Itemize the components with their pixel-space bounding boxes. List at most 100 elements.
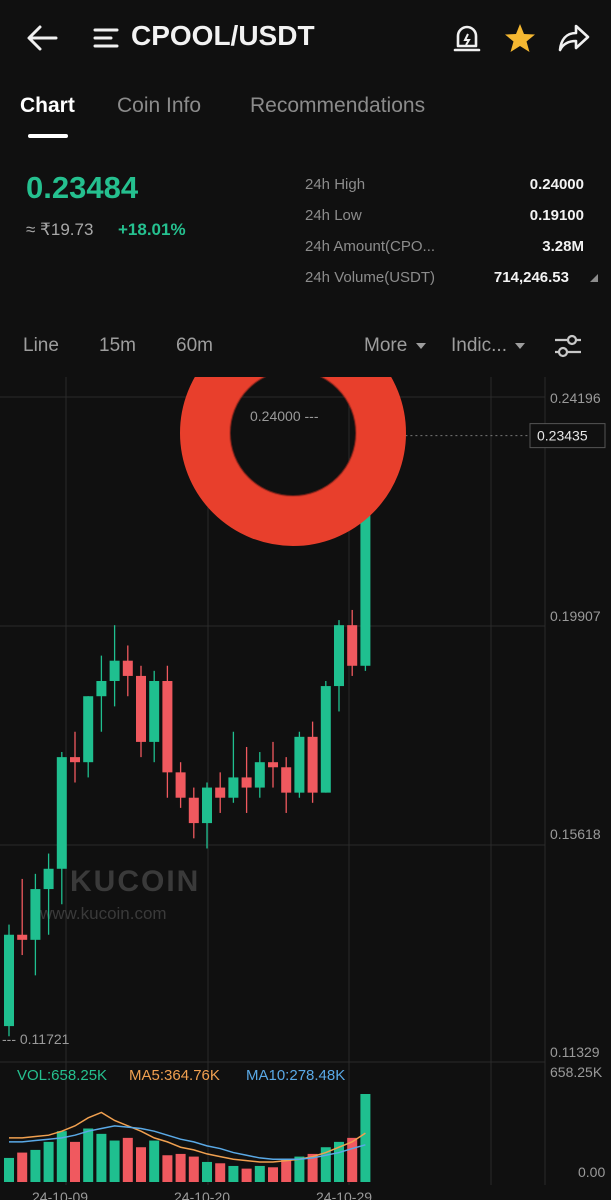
ma10-label: MA10:278.48K	[246, 1067, 346, 1084]
current-price-label: 0.23435	[537, 428, 588, 444]
volume-bar	[281, 1159, 292, 1182]
timeframe-indicators[interactable]: Indic...	[451, 335, 507, 357]
stat-value-amount: 3.28M	[542, 238, 584, 255]
more-dropdown-icon	[416, 343, 426, 349]
last-price: 0.23484	[26, 170, 139, 205]
x-tick-label: 24-10-20	[174, 1189, 230, 1200]
stat-label-volume: 24h Volume(USDT)	[305, 269, 436, 286]
watermark-name: KUCOIN	[70, 865, 200, 898]
volume-bar	[17, 1152, 28, 1182]
candle-body	[228, 777, 239, 798]
candle-body	[122, 660, 133, 676]
volume-bar	[294, 1156, 305, 1182]
tab-active-indicator	[28, 134, 68, 138]
candle-body	[202, 787, 212, 824]
volume-bar	[241, 1168, 252, 1182]
candle-body	[294, 736, 305, 793]
stat-value-low: 0.19100	[529, 207, 584, 224]
volume-bar	[254, 1165, 265, 1182]
volume-bar	[122, 1137, 133, 1182]
stat-value-volume: 714,246.53	[493, 269, 569, 286]
vol-min-label: 0.00	[578, 1164, 605, 1180]
volume-bar	[175, 1153, 186, 1182]
tab-chart[interactable]: Chart	[20, 94, 75, 118]
stat-value-high: 0.24000	[529, 176, 584, 193]
candle-body	[347, 625, 358, 666]
volume-bar	[347, 1137, 358, 1182]
y-tick-label: 0.24196	[550, 390, 601, 406]
volume-bar	[96, 1133, 107, 1182]
candle-body	[83, 696, 94, 763]
timeframe-15m[interactable]: 15m	[99, 335, 136, 357]
volume-bar	[202, 1161, 212, 1182]
volume-bar	[228, 1165, 239, 1182]
volume-bar	[162, 1155, 173, 1182]
indicators-dropdown-icon	[515, 343, 525, 349]
y-tick-label: 0.15618	[550, 826, 601, 842]
volume-bar	[30, 1149, 41, 1182]
top-bar: CPOOL/USDT	[0, 0, 611, 78]
red-ring-inner-shade	[229, 377, 357, 497]
candle-body	[4, 934, 14, 1027]
candle-body	[215, 787, 226, 798]
stat-label-low: 24h Low	[305, 207, 362, 224]
watermark-url: www.kucoin.com	[39, 904, 167, 923]
candle-body	[175, 772, 186, 798]
share-icon[interactable]	[558, 23, 590, 53]
candle-body	[334, 625, 344, 687]
candle-body	[241, 777, 252, 788]
candle-body	[70, 757, 80, 763]
volume-bar	[136, 1147, 146, 1182]
candle-body	[254, 762, 265, 788]
back-arrow-icon[interactable]	[26, 24, 58, 52]
tab-recommendations[interactable]: Recommendations	[250, 94, 425, 118]
candle-body	[96, 680, 107, 697]
candle-body	[136, 675, 146, 742]
price-change: +18.01%	[118, 220, 186, 239]
volume-bar	[43, 1141, 54, 1182]
candle-body	[307, 736, 318, 793]
pair-title[interactable]: CPOOL/USDT	[131, 20, 315, 52]
candle-body	[188, 797, 199, 824]
price-alert-icon[interactable]	[452, 22, 482, 54]
menu-icon[interactable]	[93, 27, 119, 49]
timeframe-60m[interactable]: 60m	[176, 335, 213, 357]
volume-bar	[188, 1156, 199, 1182]
timeframe-line[interactable]: Line	[23, 335, 59, 357]
y-tick-label: 0.11329	[550, 1044, 600, 1060]
fiat-price: ≈ ₹19.73	[26, 220, 94, 239]
vol-label: VOL:658.25K	[17, 1067, 108, 1084]
volume-bar	[268, 1167, 278, 1182]
x-tick-label: 24-10-09	[32, 1189, 88, 1200]
volume-bar	[109, 1140, 120, 1182]
volume-bar	[70, 1141, 80, 1182]
candle-body	[43, 868, 54, 890]
candle-body	[109, 660, 120, 681]
collapse-triangle-icon[interactable]	[588, 273, 598, 283]
x-tick-label: 24-10-29	[316, 1189, 372, 1200]
volume-bar	[83, 1128, 94, 1182]
candle-body	[17, 934, 28, 940]
volume-bar	[360, 1094, 371, 1182]
volume-bar	[4, 1157, 14, 1182]
stat-label-high: 24h High	[305, 176, 366, 193]
chart-settings-icon[interactable]	[553, 333, 583, 359]
star-icon[interactable]	[504, 23, 536, 53]
volume-bar	[215, 1163, 226, 1182]
volume-bar	[149, 1140, 160, 1182]
high-marker-label: 0.24000 ---	[250, 408, 319, 424]
low-marker-label: --- 0.11721	[2, 1031, 70, 1047]
stat-label-amount: 24h Amount(CPO...	[305, 238, 436, 255]
red-circle-annotation	[180, 377, 406, 546]
candle-body	[320, 686, 331, 793]
vol-max-label: 658.25K	[550, 1064, 603, 1080]
candle-body	[56, 757, 67, 869]
candle-body	[281, 767, 292, 793]
candle-body	[30, 889, 41, 940]
y-tick-label: 0.19907	[550, 608, 601, 624]
candle-body	[268, 762, 278, 768]
tab-coin-info[interactable]: Coin Info	[117, 94, 201, 118]
ma5-label: MA5:364.76K	[129, 1067, 220, 1084]
candle-body	[149, 680, 160, 742]
timeframe-more[interactable]: More	[364, 335, 407, 357]
